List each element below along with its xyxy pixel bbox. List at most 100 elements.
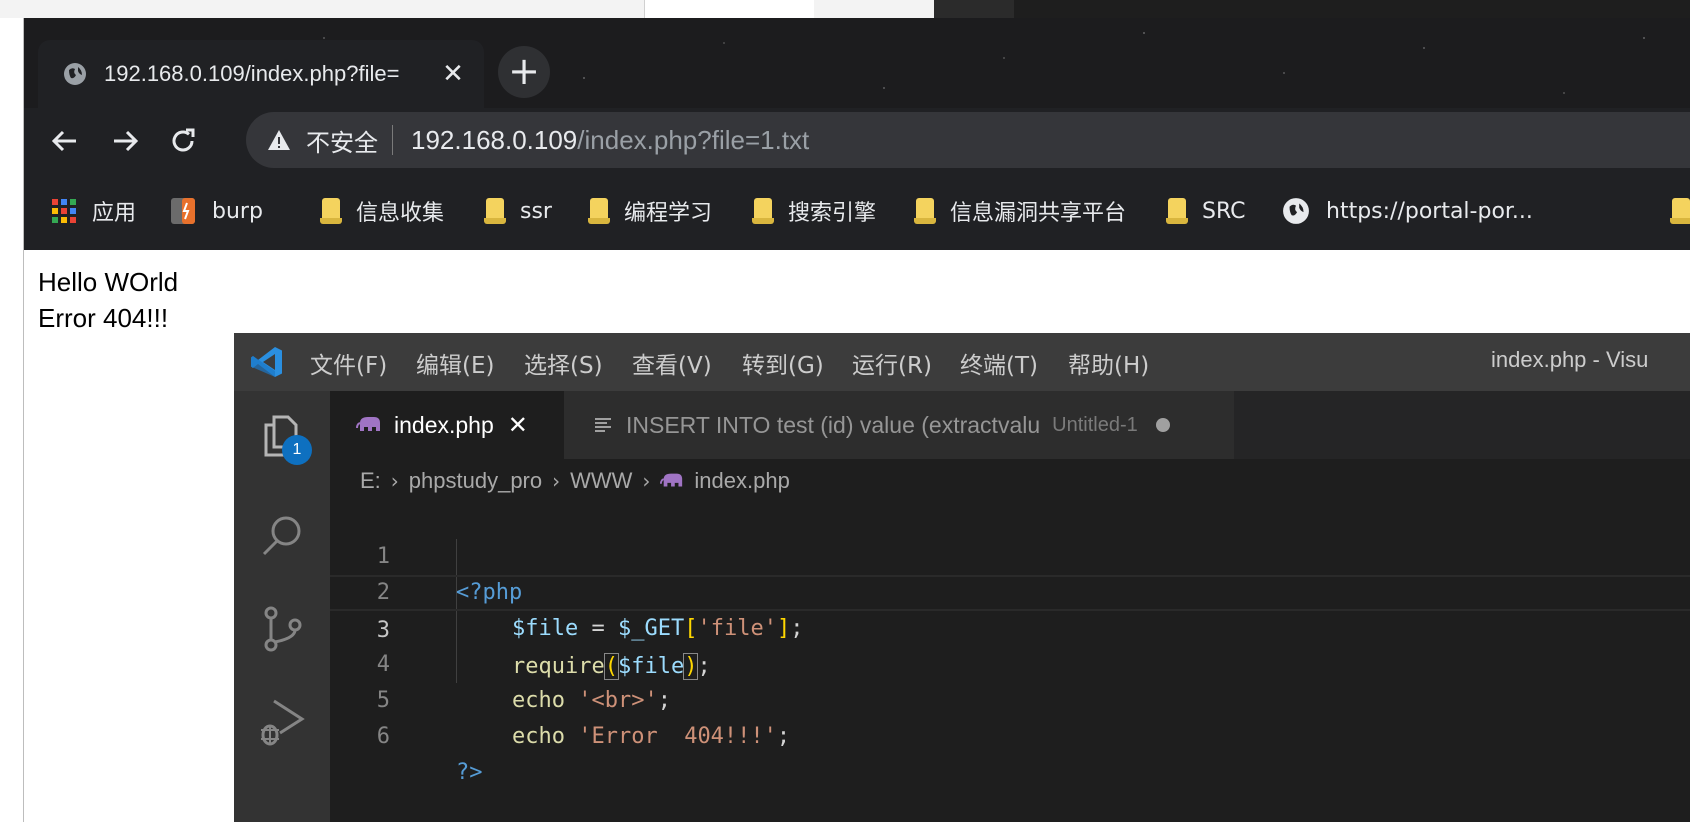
- background-window: [644, 0, 814, 18]
- menu-go[interactable]: 转到(G): [742, 346, 824, 380]
- bookmark-label: 信息漏洞共享平台: [950, 201, 1127, 226]
- background-editor-window: [934, 0, 1690, 18]
- editor-tabs: index.php ✕ INSERT INTO test (id) value …: [330, 391, 1690, 459]
- run-debug-button[interactable]: [258, 697, 308, 747]
- folder-icon: [1166, 198, 1188, 224]
- breadcrumb-item[interactable]: index.php: [694, 468, 789, 494]
- bookmark-folder[interactable]: 编程学习: [588, 192, 713, 230]
- vscode-window: 文件(F) 编辑(E) 选择(S) 查看(V) 转到(G) 运行(R) 终端(T…: [234, 333, 1690, 822]
- bookmark-folder[interactable]: 搜索引擎: [752, 192, 877, 230]
- globe-icon: [64, 63, 86, 85]
- bookmark-label: 信息收集: [356, 201, 445, 226]
- tab-title: 192.168.0.109/index.php?file=: [104, 61, 400, 86]
- back-button[interactable]: [42, 118, 88, 164]
- apps-grid-icon: [52, 199, 76, 223]
- globe-icon: [1283, 198, 1309, 224]
- tab-close-icon[interactable]: ✕: [438, 59, 468, 89]
- bookmark-folder[interactable]: 信息漏洞共享平台: [914, 192, 1127, 230]
- folder-icon: [914, 198, 936, 224]
- chevron-right-icon: ›: [390, 469, 399, 493]
- line-number: 6: [376, 724, 390, 749]
- search-icon: [262, 516, 301, 556]
- warning-icon: [268, 130, 290, 150]
- tab-close-icon[interactable]: ✕: [508, 411, 528, 439]
- code-line-current: 3 require($file);: [330, 575, 1690, 680]
- vscode-logo-icon: [251, 347, 282, 377]
- desktop: 192.168.0.109/index.php?file= ✕ + 不安全 19…: [0, 0, 1690, 822]
- breadcrumb-item[interactable]: phpstudy_pro: [409, 468, 542, 494]
- bookmark-portal[interactable]: https://portal-por...: [1282, 192, 1533, 230]
- php-elephant-icon: [660, 473, 683, 487]
- reload-icon: [172, 128, 195, 152]
- page-text-line: Error 404!!!: [38, 303, 169, 333]
- tab-description: Untitled-1: [1052, 413, 1138, 436]
- explorer-button[interactable]: 1: [258, 411, 312, 465]
- bookmark-folder[interactable]: 信息收集: [320, 192, 445, 230]
- new-tab-button[interactable]: +: [498, 46, 550, 98]
- code-line: 4 echo '<br>';: [330, 611, 1690, 713]
- bookmark-folder[interactable]: ssr: [484, 192, 552, 230]
- menu-edit[interactable]: 编辑(E): [416, 346, 494, 380]
- editor-tab-untitled[interactable]: INSERT INTO test (id) value (extractvalu…: [564, 391, 1234, 459]
- bookmark-folder-overflow[interactable]: [1670, 192, 1690, 230]
- forward-arrow-icon: [114, 130, 139, 152]
- tab-strip: 192.168.0.109/index.php?file= ✕ +: [24, 18, 1690, 108]
- bookmark-label: SRC: [1202, 198, 1246, 224]
- bookmark-label: burp: [212, 198, 263, 224]
- tab-label: index.php: [394, 411, 494, 438]
- code-token: ;: [776, 724, 791, 749]
- bookmark-label: ssr: [520, 198, 552, 224]
- code-token: echo: [512, 724, 565, 749]
- url-host: 192.168.0.109: [411, 124, 578, 155]
- chevron-right-icon: ›: [642, 469, 651, 493]
- reload-button[interactable]: [160, 118, 206, 164]
- editor-tab-index-php[interactable]: index.php ✕: [330, 391, 564, 459]
- address-separator: [392, 125, 393, 155]
- folder-icon: [1670, 198, 1690, 224]
- code-editor[interactable]: 1 <?php 2 $file = $_GET['file']; 3 requi…: [330, 503, 1690, 822]
- security-status[interactable]: 不安全: [306, 123, 378, 158]
- bookmark-label: 编程学习: [624, 201, 713, 226]
- vscode-titlebar: 文件(F) 编辑(E) 选择(S) 查看(V) 转到(G) 运行(R) 终端(T…: [234, 333, 1690, 391]
- bookmark-label: 应用: [92, 201, 137, 226]
- folder-icon: [588, 198, 610, 224]
- menu-terminal[interactable]: 终端(T): [960, 346, 1038, 380]
- code-token: 'Error 404!!!': [578, 724, 777, 749]
- php-elephant-icon: [356, 417, 380, 431]
- bookmarks-bar: 应用 burp 信息收集 ssr 编程学习 搜索引擎 信息漏洞共享平台 SRC …: [24, 174, 1690, 250]
- bookmark-burp[interactable]: burp: [168, 192, 263, 230]
- page-text-line: Hello WOrld: [38, 267, 179, 297]
- breadcrumb-item[interactable]: E:: [360, 468, 381, 494]
- unsaved-dot-icon[interactable]: [1155, 418, 1170, 432]
- forward-button[interactable]: [102, 118, 148, 164]
- browser-toolbar: 不安全 192.168.0.109/index.php?file=1.txt: [24, 108, 1690, 174]
- menu-file[interactable]: 文件(F): [310, 346, 387, 380]
- bookmark-folder[interactable]: SRC: [1166, 192, 1246, 230]
- breadcrumb-item[interactable]: WWW: [570, 468, 632, 494]
- menu-run[interactable]: 运行(R): [852, 346, 932, 380]
- bookmark-apps[interactable]: 应用: [52, 192, 136, 230]
- folder-icon: [484, 198, 506, 224]
- burp-icon: [171, 198, 195, 224]
- code-line: 1 <?php: [330, 503, 1690, 605]
- tab-label: INSERT INTO test (id) value (extractvalu: [626, 411, 1041, 438]
- explorer-badge: 1: [282, 435, 312, 465]
- code-line: 6 ?>: [330, 683, 1690, 785]
- menu-help[interactable]: 帮助(H): [1068, 346, 1149, 380]
- source-control-button[interactable]: [258, 603, 308, 653]
- search-button[interactable]: [258, 511, 308, 561]
- address-bar[interactable]: 不安全 192.168.0.109/index.php?file=1.txt: [246, 112, 1690, 168]
- code-line: 5 echo 'Error 404!!!';: [330, 647, 1690, 749]
- bookmark-label: https://portal-por...: [1326, 198, 1533, 224]
- menu-selection[interactable]: 选择(S): [524, 346, 603, 380]
- menu-view[interactable]: 查看(V): [632, 346, 712, 380]
- source-control-icon: [264, 606, 302, 652]
- browser-tab-active[interactable]: 192.168.0.109/index.php?file= ✕: [38, 40, 484, 108]
- folder-icon: [320, 198, 342, 224]
- window-title: index.php - Visu: [1491, 347, 1649, 372]
- breadcrumb: E: › phpstudy_pro › WWW › index.php: [330, 459, 1690, 503]
- url-path: /index.php?file=1.txt: [577, 124, 810, 155]
- bookmark-label: 搜索引擎: [788, 201, 877, 226]
- plaintext-lines-icon: [595, 418, 611, 432]
- page-body: Hello WOrld Error 404!!!: [38, 264, 178, 336]
